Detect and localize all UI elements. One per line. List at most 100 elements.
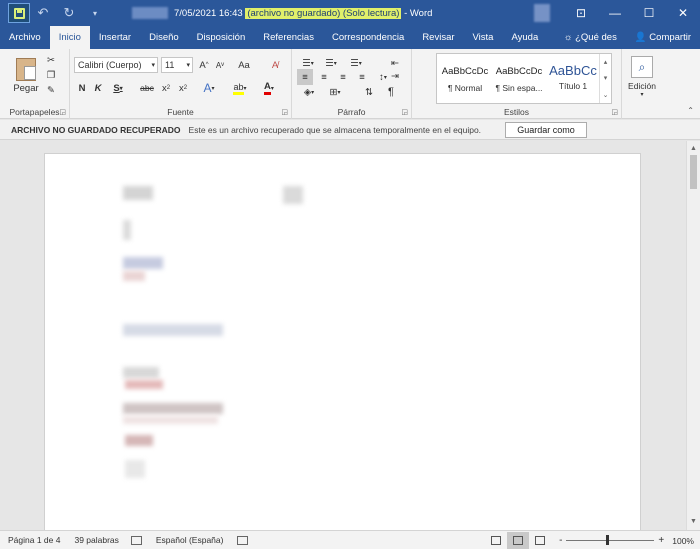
shading-button[interactable]: ◈ ▾ [298, 84, 320, 100]
align-center-button[interactable]: ≡ [316, 69, 332, 85]
web-layout-button[interactable] [529, 532, 551, 549]
scroll-down-icon[interactable]: ▾ [604, 74, 608, 82]
bold-button[interactable]: N [76, 80, 88, 96]
highlight-button[interactable]: ab ▾ [228, 80, 252, 96]
group-paragraph: ☰ ▾ ☰ ▾ ☰ ▾ ⇤ ≡ ≡ ≡ ≡ ↕ ▾ ⇥ ◈ ▾ ⊞ ▾ ⇅ ¶ Párraf… [292, 49, 412, 119]
collapse-ribbon-button[interactable]: ⌃ [687, 106, 694, 115]
style-heading-1[interactable]: AaBbCc Título 1 [547, 54, 599, 103]
font-size-select[interactable]: 11 ▾ [161, 57, 193, 73]
undo-button[interactable]: ↶ [30, 0, 56, 26]
tab-diseno[interactable]: Diseño [140, 26, 188, 49]
customize-toolbar-button[interactable]: ▾ [82, 0, 108, 26]
strikethrough-button[interactable]: abc [137, 80, 157, 96]
tab-revisar[interactable]: Revisar [413, 26, 463, 49]
styles-launcher-icon[interactable]: ◲ [611, 108, 618, 116]
close-icon: ✕ [677, 6, 689, 20]
tab-correspondencia[interactable]: Correspondencia [323, 26, 413, 49]
zoom-slider[interactable] [566, 535, 655, 545]
zoom-level[interactable]: 100% [672, 536, 694, 546]
window-controls: ⊡ — ☐ ✕ [564, 0, 700, 26]
status-bar: Página 1 de 4 39 palabras Español (Españ… [0, 530, 700, 549]
zoom-in-button[interactable]: + [658, 535, 664, 546]
title-bar: ↶ ↻ ▾ 7/05/2021 16:43 (archivo no guarda… [0, 0, 700, 26]
maximize-button[interactable]: ☐ [632, 0, 666, 26]
style-no-spacing[interactable]: AaBbCcDc ¶ Sin espa... [493, 54, 545, 103]
shrink-font-arrow-icon: v [221, 62, 225, 68]
clipboard-launcher-icon[interactable]: ◲ [59, 108, 66, 116]
align-left-button[interactable]: ≡ [297, 69, 313, 85]
shrink-font-button[interactable]: Av [213, 57, 227, 73]
tab-inicio[interactable]: Inicio [49, 26, 90, 49]
style-normal[interactable]: AaBbCcDc ¶ Normal [439, 54, 491, 103]
save-button[interactable] [8, 3, 30, 23]
chevron-down-icon: ▾ [211, 85, 215, 92]
style-sample: AaBbCcDc [441, 66, 489, 77]
italic-button[interactable]: K [92, 80, 104, 96]
justify-button[interactable]: ≡ [354, 69, 370, 85]
tab-referencias[interactable]: Referencias [254, 26, 323, 49]
tab-ayuda[interactable]: Ayuda [502, 26, 547, 49]
copy-button[interactable]: ❐ [44, 68, 58, 82]
lightbulb-icon: ☼ [563, 32, 576, 43]
chevron-down-icon: ▾ [243, 85, 247, 92]
scroll-up-icon[interactable]: ▲ [687, 143, 700, 155]
pilcrow-icon: ¶ [388, 86, 394, 98]
underline-button[interactable]: S ▾ [110, 80, 126, 96]
tab-disposicion[interactable]: Disposición [188, 26, 255, 49]
close-button[interactable]: ✕ [666, 0, 700, 26]
italic-label: K [94, 82, 102, 94]
format-painter-button[interactable]: ✎ [44, 83, 58, 97]
show-marks-button[interactable]: ¶ [384, 84, 398, 100]
read-mode-button[interactable] [485, 532, 507, 549]
title-datetime: 7/05/2021 16:43 [174, 7, 243, 19]
subscript-button[interactable]: x2 [159, 80, 173, 96]
change-case-button[interactable]: Aa [233, 57, 255, 73]
page-count[interactable]: Página 1 de 4 [8, 535, 60, 545]
scroll-down-icon[interactable]: ▼ [687, 516, 700, 528]
paragraph-launcher-icon[interactable]: ◲ [401, 108, 408, 116]
sort-button[interactable]: ⇅ [362, 84, 376, 100]
tab-vista[interactable]: Vista [464, 26, 503, 49]
language[interactable]: Español (España) [156, 535, 224, 545]
superscript-button[interactable]: x2 [176, 80, 190, 96]
font-color-button[interactable]: A ▾ [258, 80, 280, 96]
minimize-button[interactable]: — [598, 0, 632, 26]
more-styles-icon[interactable]: ⌄ [603, 91, 609, 99]
font-launcher-icon[interactable]: ◲ [281, 108, 288, 116]
cut-button[interactable]: ✂ [44, 53, 58, 67]
styles-label: Estilos [503, 107, 530, 117]
accessibility-icon[interactable] [237, 535, 249, 545]
redo-button[interactable]: ↻ [56, 0, 82, 26]
save-as-button[interactable]: Guardar como [505, 122, 587, 138]
text-effects-button[interactable]: A ▾ [198, 80, 220, 96]
borders-icon: ⊞ [329, 86, 338, 98]
clear-format-button[interactable]: A̸ [267, 57, 283, 73]
brush-icon: ✎ [47, 84, 55, 96]
ribbon-display-button[interactable]: ⊡ [564, 0, 598, 26]
title-separator: - [404, 7, 408, 19]
share-button[interactable]: 👤 Compartir [626, 26, 700, 49]
grow-font-button[interactable]: A ^ [197, 57, 211, 73]
zoom-slider-knob[interactable] [606, 535, 610, 545]
align-right-button[interactable]: ≡ [335, 69, 351, 85]
tell-me-box[interactable]: ☼ ¿Qué des [555, 26, 626, 49]
borders-button[interactable]: ⊞ ▾ [324, 84, 346, 100]
zoom-out-button[interactable]: - [559, 535, 562, 546]
scroll-up-icon[interactable]: ▴ [604, 58, 608, 66]
paste-label: Pegar [13, 83, 39, 94]
word-count[interactable]: 39 palabras [74, 535, 118, 545]
scroll-thumb[interactable] [690, 155, 697, 189]
print-layout-button[interactable] [507, 532, 530, 549]
font-name-select[interactable]: Calibri (Cuerpo) ▾ [74, 57, 158, 73]
paste-button[interactable]: Pegar [10, 54, 42, 98]
tab-insertar[interactable]: Insertar [90, 26, 140, 49]
editing-label: Edición [628, 81, 656, 91]
editing-button[interactable]: ⌕ Edición ▾ [628, 53, 656, 101]
tab-archivo[interactable]: Archivo [0, 26, 50, 49]
redacted-text [123, 367, 159, 378]
increase-indent-button[interactable]: ⇥ [387, 69, 403, 83]
align-right-icon: ≡ [340, 71, 346, 83]
vertical-scrollbar[interactable]: ▲ ▼ [686, 141, 700, 530]
proofing-icon[interactable] [130, 535, 142, 545]
document-page[interactable] [44, 153, 641, 530]
